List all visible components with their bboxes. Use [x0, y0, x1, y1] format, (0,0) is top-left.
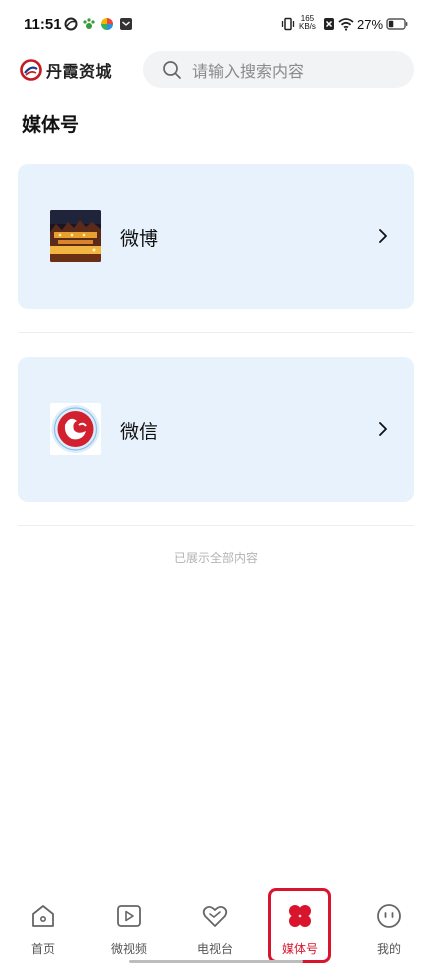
status-time: 11:51: [24, 16, 62, 33]
nav-label: 我的: [376, 942, 401, 956]
home-indicator[interactable]: [129, 960, 303, 963]
tv-heart-icon: [202, 905, 228, 927]
nav-label: 电视台: [196, 942, 233, 956]
nav-label: 微视频: [110, 942, 147, 956]
home-icon: [32, 905, 54, 927]
app-logo[interactable]: 丹霞资城: [20, 58, 112, 82]
nav-item-tv[interactable]: 电视台: [172, 884, 258, 964]
chevron-right-icon: [379, 229, 387, 243]
sim-disabled-icon: [324, 18, 334, 30]
vibrate-icon: [281, 17, 295, 31]
notification-pinwheel-icon: [101, 18, 113, 30]
battery-icon: [386, 18, 408, 30]
media-card-label: 微信: [120, 421, 159, 443]
search-icon: [163, 60, 181, 79]
network-speed: 165 KB/s: [299, 15, 316, 31]
divider: [18, 525, 414, 526]
notification-paw-icon: [83, 18, 95, 29]
wifi-icon: [338, 18, 354, 31]
notification-mail-icon: [120, 18, 132, 30]
logo-emblem-icon: [20, 59, 42, 81]
app-header: 丹霞资城 请输入搜索内容: [0, 50, 432, 90]
chevron-right-icon: [379, 422, 387, 436]
media-card-weibo[interactable]: 微博: [18, 164, 414, 309]
divider: [18, 332, 414, 333]
profile-face-icon: [377, 904, 401, 928]
notification-swirl-icon: [64, 17, 78, 31]
end-of-list-text: 已展示全部内容: [173, 551, 258, 565]
battery-percent: 27%: [357, 17, 384, 32]
logo-text: 丹霞资城: [46, 62, 113, 81]
bottom-nav: 首页 微视频 电视台 媒体号 我的: [0, 884, 432, 964]
search-input[interactable]: 请输入搜索内容: [192, 58, 304, 82]
media-card-label: 微博: [120, 228, 159, 250]
nav-item-home[interactable]: 首页: [0, 884, 86, 964]
video-play-icon: [117, 905, 141, 927]
wechat-thumbnail-icon: [50, 403, 101, 455]
status-bar: 11:51 165 KB/s 27%: [0, 0, 432, 50]
page-title: 媒体号: [22, 114, 80, 136]
active-tab-highlight: [268, 888, 331, 963]
nav-item-profile[interactable]: 我的: [346, 884, 432, 964]
nav-item-microvideo[interactable]: 微视频: [86, 884, 172, 964]
network-speed-unit: KB/s: [299, 22, 316, 31]
weibo-thumbnail-icon: [50, 210, 101, 262]
media-card-wechat[interactable]: 微信: [18, 357, 414, 502]
nav-label: 首页: [30, 942, 55, 956]
search-bar[interactable]: 请输入搜索内容: [143, 51, 414, 88]
